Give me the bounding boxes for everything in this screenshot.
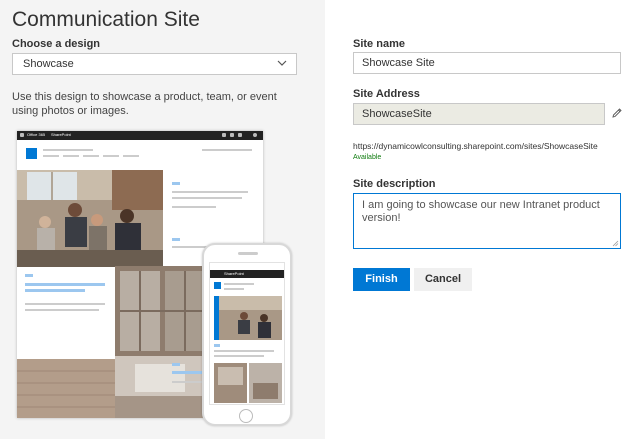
site-url: https://dynamicowlconsulting.sharepoint.… — [353, 141, 598, 151]
site-description-label: Site description — [353, 178, 436, 190]
phone-app-label: SharePoint — [224, 271, 244, 276]
preview-suite-label: Office 365 — [27, 132, 46, 137]
phone-app-bar: SharePoint — [210, 270, 284, 278]
brick-photo — [17, 359, 115, 418]
site-name-input[interactable]: Showcase Site — [353, 52, 621, 74]
mobile-preview: SharePoint — [202, 243, 292, 426]
preview-suite-bar: Office 365 SharePoint — [17, 131, 263, 140]
preview-line — [25, 309, 99, 311]
loft-photo — [115, 356, 211, 418]
chevron-down-icon — [277, 60, 287, 66]
preview-line — [43, 155, 59, 157]
preview-tag — [172, 182, 180, 185]
phone-speaker — [238, 252, 258, 255]
preview-line — [25, 289, 85, 292]
help-icon — [238, 133, 242, 137]
notification-icon — [222, 133, 226, 137]
preview-line — [172, 191, 248, 193]
phone-screen: SharePoint — [209, 262, 285, 405]
site-description-text: I am going to showcase our new Intranet … — [362, 199, 600, 224]
preview-tag — [172, 363, 180, 366]
site-logo — [26, 148, 37, 159]
preview-line — [123, 155, 139, 157]
design-panel: Communication Site Choose a design Showc… — [0, 0, 325, 439]
avatar-icon — [253, 133, 257, 137]
design-dropdown-value: Showcase — [23, 58, 74, 70]
cancel-button[interactable]: Cancel — [414, 268, 472, 291]
hero-photo — [17, 170, 163, 267]
preview-app-label: SharePoint — [51, 132, 71, 137]
resize-grip-icon[interactable] — [612, 240, 619, 247]
preview-line — [214, 350, 274, 352]
phone-home-button — [239, 409, 253, 423]
preview-line — [103, 155, 119, 157]
preview-line — [214, 355, 264, 357]
site-description-input[interactable]: I am going to showcase our new Intranet … — [353, 193, 621, 249]
preview-line — [63, 155, 79, 157]
design-description: Use this design to showcase a product, t… — [12, 91, 277, 117]
preview-tag — [172, 238, 180, 241]
office-photo — [115, 266, 211, 356]
app-launcher-icon — [20, 133, 24, 137]
preview-line — [83, 155, 99, 157]
preview-line — [172, 197, 242, 199]
preview-line — [25, 303, 105, 305]
preview-line — [224, 283, 254, 285]
finish-button[interactable]: Finish — [353, 268, 410, 291]
preview-tag — [214, 344, 220, 347]
design-dropdown[interactable]: Showcase — [12, 53, 297, 75]
pencil-icon[interactable] — [611, 107, 623, 119]
preview-tag — [25, 274, 33, 277]
page-title: Communication Site — [12, 8, 200, 31]
gear-icon — [230, 133, 234, 137]
preview-line — [25, 283, 105, 286]
phone-status-bar — [210, 263, 284, 270]
preview-line — [224, 288, 244, 290]
availability-status: Available — [353, 154, 382, 161]
design-label: Choose a design — [12, 38, 101, 50]
phone-hero-photo — [214, 296, 282, 340]
site-address-input[interactable]: ShowcaseSite — [353, 103, 605, 125]
phone-site-logo — [214, 282, 221, 289]
preview-line — [202, 149, 252, 151]
site-address-label: Site Address — [353, 88, 420, 100]
phone-gallery-photos — [214, 363, 282, 403]
preview-line — [172, 206, 216, 208]
preview-line — [43, 149, 93, 151]
site-name-label: Site name — [353, 38, 405, 50]
